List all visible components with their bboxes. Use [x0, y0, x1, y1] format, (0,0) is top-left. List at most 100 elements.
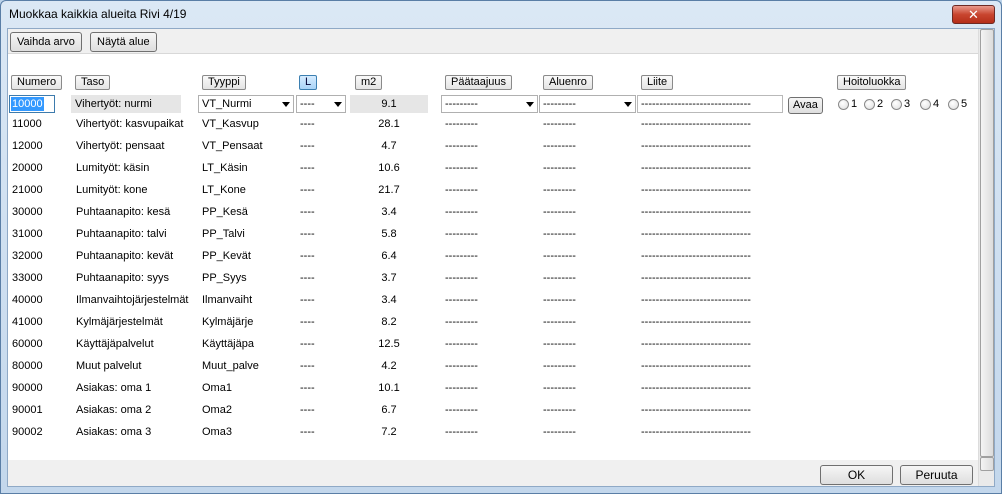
l-select[interactable]: ---- — [296, 95, 346, 113]
cell-tyyppi: Oma2 — [202, 404, 232, 416]
show-area-button[interactable]: Näytä alue — [90, 32, 157, 52]
cell-numero: 32000 — [12, 250, 43, 262]
cell-m2: 10.1 — [378, 382, 400, 394]
cell-m2: 28.1 — [378, 118, 400, 130]
change-value-button[interactable]: Vaihda arvo — [10, 32, 82, 52]
scrollbar-thumb[interactable] — [980, 457, 994, 471]
cell-aluenro: --------- — [543, 360, 576, 372]
cell-m2: 8.2 — [381, 316, 397, 328]
cell-liite: ------------------------------ — [641, 316, 751, 328]
numero-input[interactable]: 10000 — [9, 95, 55, 113]
cell-l: ---- — [300, 316, 315, 328]
open-attachment-button[interactable]: Avaa — [788, 97, 823, 114]
cell-paataajuus: --------- — [445, 184, 478, 196]
tyyppi-select[interactable]: VT_Nurmi — [198, 95, 294, 113]
cell-m2: 21.7 — [378, 184, 400, 196]
cell-l: ---- — [300, 250, 315, 262]
cell-tyyppi: Oma1 — [202, 382, 232, 394]
aluenro-select[interactable]: --------- — [539, 95, 636, 113]
chevron-down-icon — [526, 102, 534, 107]
cell-l: ---- — [300, 294, 315, 306]
cell-aluenro: --------- — [543, 206, 576, 218]
header-liite[interactable]: Liite — [641, 75, 674, 90]
tyyppi-select-value: VT_Nurmi — [202, 98, 252, 110]
cell-m2: 6.7 — [381, 404, 397, 416]
cell-tyyppi: PP_Kevät — [202, 250, 251, 262]
liite-input[interactable]: ------------------------------ — [637, 95, 783, 113]
paataajuus-select[interactable]: --------- — [441, 95, 538, 113]
header-paataajuus[interactable]: Päätaajuus — [445, 75, 513, 90]
cell-taso: Asiakas: oma 1 — [76, 382, 152, 394]
cell-paataajuus: --------- — [445, 228, 478, 240]
title-bar[interactable]: Muokkaa kaikkia alueita Rivi 4/19 ✕ — [1, 1, 1001, 27]
hoitoluokka-label-2: 2 — [877, 98, 884, 110]
dialog-client-area: Vaihda arvo Näytä alue Numero Taso Tyypp… — [7, 28, 995, 487]
cell-numero: 41000 — [12, 316, 43, 328]
cell-aluenro: --------- — [543, 118, 576, 130]
hoitoluokka-radio-2[interactable] — [864, 99, 875, 110]
cell-l: ---- — [300, 184, 315, 196]
vertical-scrollbar[interactable] — [978, 29, 994, 486]
cell-numero: 11000 — [12, 118, 42, 130]
cell-paataajuus: --------- — [445, 338, 478, 350]
header-numero[interactable]: Numero — [11, 75, 63, 90]
cell-numero: 20000 — [12, 162, 43, 174]
cell-tyyppi: PP_Syys — [202, 272, 247, 284]
header-taso[interactable]: Taso — [75, 75, 111, 90]
cell-tyyppi: Oma3 — [202, 426, 232, 438]
chevron-down-icon — [334, 102, 342, 107]
cell-tyyppi: Käyttäjäpa — [202, 338, 254, 350]
header-m2[interactable]: m2 — [355, 75, 383, 90]
cell-aluenro: --------- — [543, 162, 576, 174]
cell-taso: Puhtaanapito: syys — [76, 272, 169, 284]
cancel-button[interactable]: Peruuta — [900, 465, 973, 485]
cell-paataajuus: --------- — [445, 360, 478, 372]
cell-liite: ------------------------------ — [641, 118, 751, 130]
hoitoluokka-label-1: 1 — [851, 98, 858, 110]
cell-aluenro: --------- — [543, 250, 576, 262]
cell-taso: Vihertyöt: kasvupaikat — [76, 118, 184, 130]
close-button[interactable]: ✕ — [952, 5, 995, 24]
hoitoluokka-radio-4[interactable] — [920, 99, 931, 110]
cell-tyyppi: PP_Kesä — [202, 206, 248, 218]
cell-taso: Puhtaanapito: talvi — [76, 228, 167, 240]
cell-numero: 40000 — [12, 294, 43, 306]
cell-aluenro: --------- — [543, 184, 576, 196]
hoitoluokka-radio-1[interactable] — [838, 99, 849, 110]
cell-liite: ------------------------------ — [641, 228, 751, 240]
header-hoitoluokka[interactable]: Hoitoluokka — [837, 75, 907, 90]
hoitoluokka-radio-3[interactable] — [891, 99, 902, 110]
cell-l: ---- — [300, 206, 315, 218]
cell-numero: 60000 — [12, 338, 43, 350]
scrollbar-track[interactable] — [980, 29, 994, 457]
cell-tyyppi: VT_Pensaat — [202, 140, 263, 152]
cell-paataajuus: --------- — [445, 140, 478, 152]
cell-l: ---- — [300, 426, 315, 438]
header-aluenro[interactable]: Aluenro — [543, 75, 593, 90]
ok-button[interactable]: OK — [820, 465, 893, 485]
cell-tyyppi: PP_Talvi — [202, 228, 245, 240]
cell-aluenro: --------- — [543, 338, 576, 350]
cell-liite: ------------------------------ — [641, 184, 751, 196]
hoitoluokka-radio-5[interactable] — [948, 99, 959, 110]
header-l[interactable]: L — [299, 75, 318, 90]
cell-taso: Muut palvelut — [76, 360, 142, 372]
cell-m2: 6.4 — [381, 250, 397, 262]
cell-m2: 5.8 — [381, 228, 397, 240]
cell-numero: 90000 — [12, 382, 43, 394]
cell-paataajuus: --------- — [445, 118, 478, 130]
cell-numero: 80000 — [12, 360, 43, 372]
cell-liite: ------------------------------ — [641, 272, 751, 284]
cell-taso: Lumityöt: kone — [76, 184, 148, 196]
aluenro-select-value: --------- — [543, 98, 576, 110]
cell-liite: ------------------------------ — [641, 162, 751, 174]
header-tyyppi[interactable]: Tyyppi — [202, 75, 246, 90]
hoitoluokka-label-5: 5 — [961, 98, 968, 110]
cell-m2: 12.5 — [378, 338, 400, 350]
cell-m2: 3.4 — [381, 294, 397, 306]
cell-l: ---- — [300, 338, 315, 350]
cell-liite: ------------------------------ — [641, 382, 751, 394]
m2-field: 9.1 — [350, 95, 428, 113]
cell-taso: Asiakas: oma 2 — [76, 404, 152, 416]
cell-l: ---- — [300, 140, 315, 152]
